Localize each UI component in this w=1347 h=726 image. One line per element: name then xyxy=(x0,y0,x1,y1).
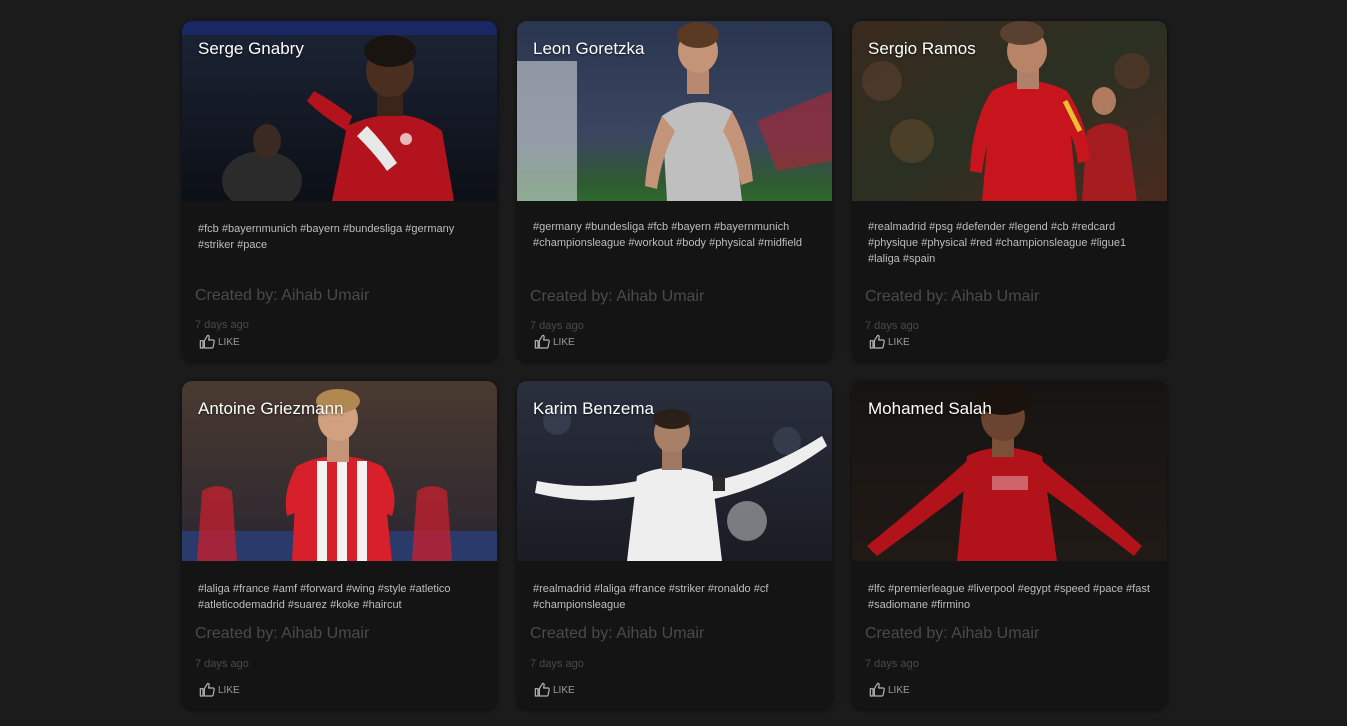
thumbs-up-icon xyxy=(199,682,215,698)
like-label: LIKE xyxy=(888,336,910,348)
post-card[interactable]: Antoine Griezmann #laliga #france #amf #… xyxy=(182,381,497,709)
post-tags: #realmadrid #psg #defender #legend #cb #… xyxy=(868,221,1127,265)
thumbs-up-icon xyxy=(869,334,885,350)
like-button[interactable]: LIKE xyxy=(869,682,910,698)
post-title: Leon Goretzka xyxy=(533,39,645,58)
like-button[interactable]: LIKE xyxy=(199,682,240,698)
post-creator: Created by: Aihab Umair xyxy=(865,288,1040,305)
post-image[interactable]: Antoine Griezmann xyxy=(182,381,497,561)
post-title: Mohamed Salah xyxy=(868,399,992,418)
like-label: LIKE xyxy=(553,684,575,696)
post-card[interactable]: Karim Benzema #realmadrid #laliga #franc… xyxy=(517,381,832,709)
like-button[interactable]: LIKE xyxy=(199,334,240,350)
post-card[interactable]: Leon Goretzka #germany #bundesliga #fcb … xyxy=(517,21,832,361)
post-creator: Created by: Aihab Umair xyxy=(195,287,370,304)
post-timestamp: 7 days ago xyxy=(530,320,584,332)
post-tags: #germany #bundesliga #fcb #bayern #bayer… xyxy=(533,221,803,249)
like-label: LIKE xyxy=(218,684,240,696)
post-timestamp: 7 days ago xyxy=(530,658,584,670)
like-label: LIKE xyxy=(888,684,910,696)
post-card[interactable]: Serge Gnabry #fcb #bayernmunich #bayern … xyxy=(182,21,497,361)
thumbs-up-icon xyxy=(199,334,215,350)
like-button[interactable]: LIKE xyxy=(534,334,575,350)
post-tags: #laliga #france #amf #forward #wing #sty… xyxy=(198,583,451,611)
post-tags: #lfc #premierleague #liverpool #egypt #s… xyxy=(868,583,1150,611)
post-timestamp: 7 days ago xyxy=(195,319,249,331)
thumbs-up-icon xyxy=(534,682,550,698)
post-image[interactable]: Mohamed Salah xyxy=(852,381,1167,561)
post-image[interactable]: Leon Goretzka xyxy=(517,21,832,201)
post-creator: Created by: Aihab Umair xyxy=(530,625,705,642)
post-tags: #fcb #bayernmunich #bayern #bundesliga #… xyxy=(198,223,455,251)
post-creator: Created by: Aihab Umair xyxy=(195,625,370,642)
post-image[interactable]: Serge Gnabry xyxy=(182,21,497,201)
post-title: Antoine Griezmann xyxy=(198,399,344,418)
like-label: LIKE xyxy=(218,336,240,348)
like-button[interactable]: LIKE xyxy=(534,682,575,698)
post-timestamp: 7 days ago xyxy=(195,658,249,670)
post-image[interactable]: Sergio Ramos xyxy=(852,21,1167,201)
post-card[interactable]: Sergio Ramos #realmadrid #psg #defender … xyxy=(852,21,1167,361)
post-title: Karim Benzema xyxy=(533,399,654,418)
post-tags: #realmadrid #laliga #france #striker #ro… xyxy=(533,583,769,611)
like-button[interactable]: LIKE xyxy=(869,334,910,350)
post-title: Serge Gnabry xyxy=(198,39,304,58)
post-card[interactable]: Mohamed Salah #lfc #premierleague #liver… xyxy=(852,381,1167,709)
thumbs-up-icon xyxy=(534,334,550,350)
post-timestamp: 7 days ago xyxy=(865,320,919,332)
post-grid: Serge Gnabry #fcb #bayernmunich #bayern … xyxy=(182,21,1167,709)
post-timestamp: 7 days ago xyxy=(865,658,919,670)
like-label: LIKE xyxy=(553,336,575,348)
post-creator: Created by: Aihab Umair xyxy=(865,625,1040,642)
post-title: Sergio Ramos xyxy=(868,39,976,58)
post-creator: Created by: Aihab Umair xyxy=(530,288,705,305)
post-image[interactable]: Karim Benzema xyxy=(517,381,832,561)
thumbs-up-icon xyxy=(869,682,885,698)
